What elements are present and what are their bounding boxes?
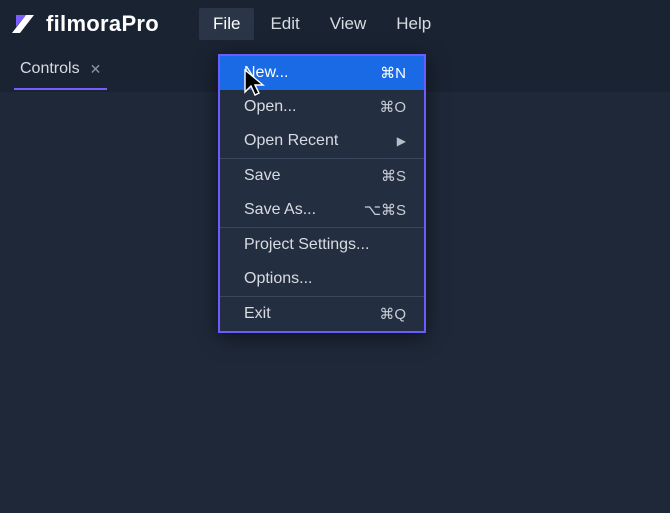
menu-item-save[interactable]: Save ⌘S [220, 159, 424, 193]
app-logo: filmoraPro [12, 11, 159, 37]
app-name-main: filmora [46, 11, 121, 36]
menu-item-save-as[interactable]: Save As... ⌥⌘S [220, 193, 424, 227]
menu-item-label: Open Recent [244, 132, 338, 150]
menu-item-options[interactable]: Options... [220, 262, 424, 296]
menu-item-shortcut: ⌘S [381, 167, 406, 185]
menu-item-label: Save As... [244, 201, 316, 219]
menu-view[interactable]: View [316, 8, 381, 40]
menu-file[interactable]: File [199, 8, 254, 40]
menu-item-label: Exit [244, 305, 271, 323]
menu-items: File Edit View Help [199, 8, 445, 40]
menu-item-label: Open... [244, 98, 296, 116]
menu-item-shortcut: ⌥⌘S [364, 201, 406, 219]
menu-item-label: Save [244, 167, 280, 185]
menu-item-shortcut: ⌘N [380, 64, 406, 82]
menu-item-exit[interactable]: Exit ⌘Q [220, 297, 424, 331]
menu-item-label: Project Settings... [244, 236, 369, 254]
menu-item-new[interactable]: New... ⌘N [220, 56, 424, 90]
menu-item-open[interactable]: Open... ⌘O [220, 90, 424, 124]
menu-item-label: New... [244, 64, 288, 82]
app-name-suffix: Pro [121, 11, 159, 36]
app-name: filmoraPro [46, 11, 159, 37]
menu-edit[interactable]: Edit [256, 8, 313, 40]
filmora-logo-icon [12, 11, 38, 37]
file-dropdown: New... ⌘N Open... ⌘O Open Recent ▶ Save … [218, 54, 426, 333]
menu-item-open-recent[interactable]: Open Recent ▶ [220, 124, 424, 158]
chevron-right-icon: ▶ [397, 134, 406, 148]
menu-item-project-settings[interactable]: Project Settings... [220, 228, 424, 262]
tab-controls[interactable]: Controls ✕ [14, 52, 107, 90]
menu-help[interactable]: Help [382, 8, 445, 40]
menu-item-label: Options... [244, 270, 312, 288]
menu-item-shortcut: ⌘Q [379, 305, 406, 323]
tab-label: Controls [20, 60, 80, 78]
menubar: filmoraPro File Edit View Help [0, 0, 670, 48]
menu-item-shortcut: ⌘O [379, 98, 406, 116]
close-icon[interactable]: ✕ [90, 62, 102, 76]
